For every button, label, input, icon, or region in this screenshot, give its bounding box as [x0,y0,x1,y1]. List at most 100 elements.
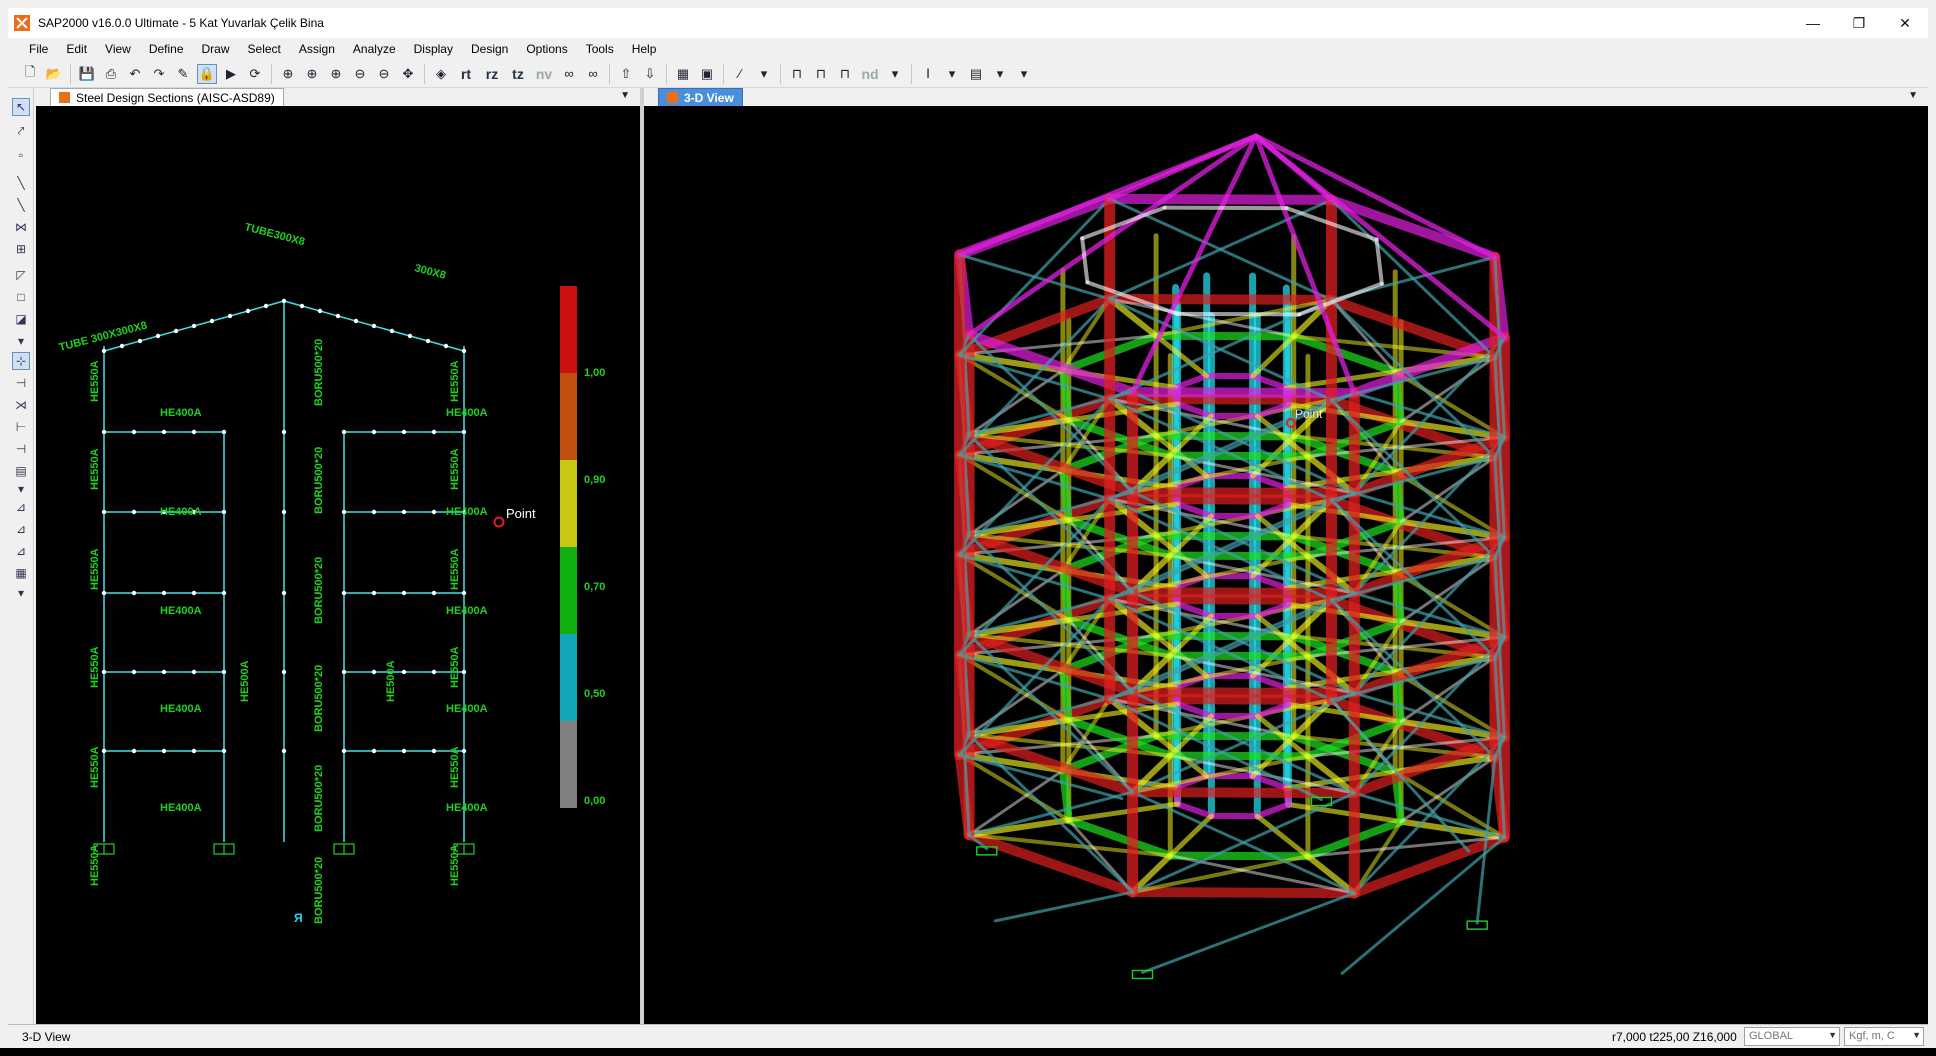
quick-frame-icon[interactable]: ╲ [12,196,30,214]
select-grid-icon[interactable]: ▦ [12,564,30,582]
select-all-icon[interactable]: ⊿ [12,498,30,516]
menu-select[interactable]: Select [239,42,290,56]
zoom-previous-icon[interactable]: ⊖ [374,64,394,84]
menu-analyze[interactable]: Analyze [344,42,405,56]
frame-draw-icon[interactable]: ⊓ [811,64,831,84]
new-model-icon[interactable]: 🗋 [20,64,40,84]
open-folder-icon[interactable]: 📂 [44,64,64,84]
menu-options[interactable]: Options [517,42,576,56]
zoom-restore-icon[interactable]: ⊕ [302,64,322,84]
move-down-icon[interactable]: ⇩ [640,64,660,84]
3d-canvas[interactable]: Point [644,106,1928,1024]
snap-ends-icon[interactable]: ⊣ [12,374,30,392]
view-nd-button[interactable]: nd [859,64,881,84]
perimeter-beam [1104,493,1337,505]
draw-rect-area-icon[interactable]: □ [12,288,30,306]
dropdown-arrow-icon[interactable]: ▾ [942,64,962,84]
menu-edit[interactable]: Edit [57,42,96,56]
menu-help[interactable]: Help [623,42,666,56]
show-undeformed-icon[interactable]: ▦ [673,64,693,84]
side-dropdown-icon[interactable]: ▾ [12,480,30,498]
floor-brace [1154,297,1334,338]
side-dropdown-icon[interactable]: ▾ [12,332,30,350]
view-nv-button[interactable]: nv [533,64,555,84]
3d-model-drawing[interactable]: Point [644,106,1928,1024]
perspective-icon[interactable]: ∞ [583,64,603,84]
3d-view-icon[interactable]: ◈ [431,64,451,84]
restore-button[interactable]: ❐ [1836,8,1882,38]
run-analysis-icon[interactable]: ▶ [221,64,241,84]
draw-frame-icon[interactable]: ╲ [12,174,30,192]
i-section-icon[interactable]: Ⅰ [918,64,938,84]
redo-icon[interactable]: ↷ [149,64,169,84]
select-ps-icon[interactable]: ⊿ [12,520,30,538]
frame-section-icon[interactable]: ⊓ [787,64,807,84]
quick-braces-icon[interactable]: ⋈ [12,218,30,236]
zoom-out-icon[interactable]: ⊖ [350,64,370,84]
zoom-in-icon[interactable]: ⊕ [326,64,346,84]
save-icon[interactable]: 💾 [77,64,97,84]
view-tz-button[interactable]: tz [507,64,529,84]
quick-area-icon[interactable]: ◪ [12,310,30,328]
toolbar-overflow-icon[interactable]: ▾ [1014,64,1034,84]
pane-dropdown-icon[interactable]: ▼ [1908,90,1918,101]
menu-assign[interactable]: Assign [290,42,344,56]
lock-icon[interactable]: 🔒 [197,63,217,84]
menu-define[interactable]: Define [140,42,193,56]
view-rt-button[interactable]: rt [455,64,477,84]
coordinate-system-select[interactable]: GLOBAL ▼ [1744,1027,1840,1046]
frame-quick-icon[interactable]: ⊓ [835,64,855,84]
refresh-icon[interactable]: ⟳ [245,64,265,84]
selected-point-marker[interactable] [493,516,505,528]
joint-dot [281,429,287,435]
display-forces-icon[interactable]: ⁄ [730,64,750,84]
minimize-button[interactable]: — [1790,8,1836,38]
column-label-right-1: HE550A [449,360,461,402]
pane-dropdown-icon[interactable]: ▼ [620,90,630,101]
joint-dot [341,669,347,675]
zoom-window-icon[interactable]: ⊕ [278,64,298,84]
display-options-icon[interactable]: ▤ [966,64,986,84]
menu-file[interactable]: File [20,42,57,56]
draw-poly-area-icon[interactable]: ◸ [12,266,30,284]
toolbar-separator [780,63,781,84]
menu-tools[interactable]: Tools [577,42,623,56]
elevation-drawing[interactable]: TUBE 300X300X8 TUBE300X8 300X8 HE550A HE… [36,106,640,1024]
menu-design[interactable]: Design [462,42,517,56]
side-dropdown-icon[interactable]: ▾ [12,584,30,602]
draw-joint-icon[interactable]: ▫ [12,146,30,164]
undo-icon[interactable]: ↶ [125,64,145,84]
elevation-canvas[interactable]: TUBE 300X300X8 TUBE300X8 300X8 HE550A HE… [36,106,640,1024]
tube-label-left: TUBE 300X300X8 [58,320,149,354]
inner-ring-beam [1166,651,1312,661]
move-up-icon[interactable]: ⇧ [616,64,636,84]
rotate-3d-icon[interactable]: ∞ [559,64,579,84]
dropdown-arrow-icon[interactable]: ▾ [885,64,905,84]
snap-intersect-icon[interactable]: ⋊ [12,396,30,414]
pan-icon[interactable]: ✥ [398,64,418,84]
sap2000-app-icon[interactable] [14,15,30,31]
select-clr-icon[interactable]: ⊿ [12,542,30,560]
joint-dot [389,328,395,334]
pencil-icon[interactable]: ✎ [173,64,193,84]
snap-lines-icon[interactable]: ⊣ [12,440,30,458]
show-deformed-icon[interactable]: ▣ [697,64,717,84]
menu-view[interactable]: View [96,42,140,56]
menu-display[interactable]: Display [405,42,462,56]
dropdown-arrow-icon[interactable]: ▾ [990,64,1010,84]
dropdown-arrow-icon[interactable]: ▾ [754,64,774,84]
legend-swatch [560,721,577,808]
close-button[interactable]: ✕ [1882,8,1928,38]
print-icon[interactable]: ⎙ [101,64,121,84]
reshape-icon[interactable]: ⤤ [12,122,30,140]
view-rz-button[interactable]: rz [481,64,503,84]
snap-perp-icon[interactable]: ⊢ [12,418,30,436]
snap-joints-icon[interactable]: ⊹ [12,352,30,370]
units-select[interactable]: Kgf, m, C ▼ [1844,1027,1924,1046]
menu-draw[interactable]: Draw [193,42,239,56]
snap-grid-icon[interactable]: ▤ [12,462,30,480]
steel-design-sections-tab[interactable]: Steel Design Sections (AISC-ASD89) [50,88,284,106]
pointer-icon[interactable]: ↖ [12,98,30,116]
draw-link-icon[interactable]: ⊞ [12,240,30,258]
3d-view-tab[interactable]: 3-D View [658,88,743,106]
